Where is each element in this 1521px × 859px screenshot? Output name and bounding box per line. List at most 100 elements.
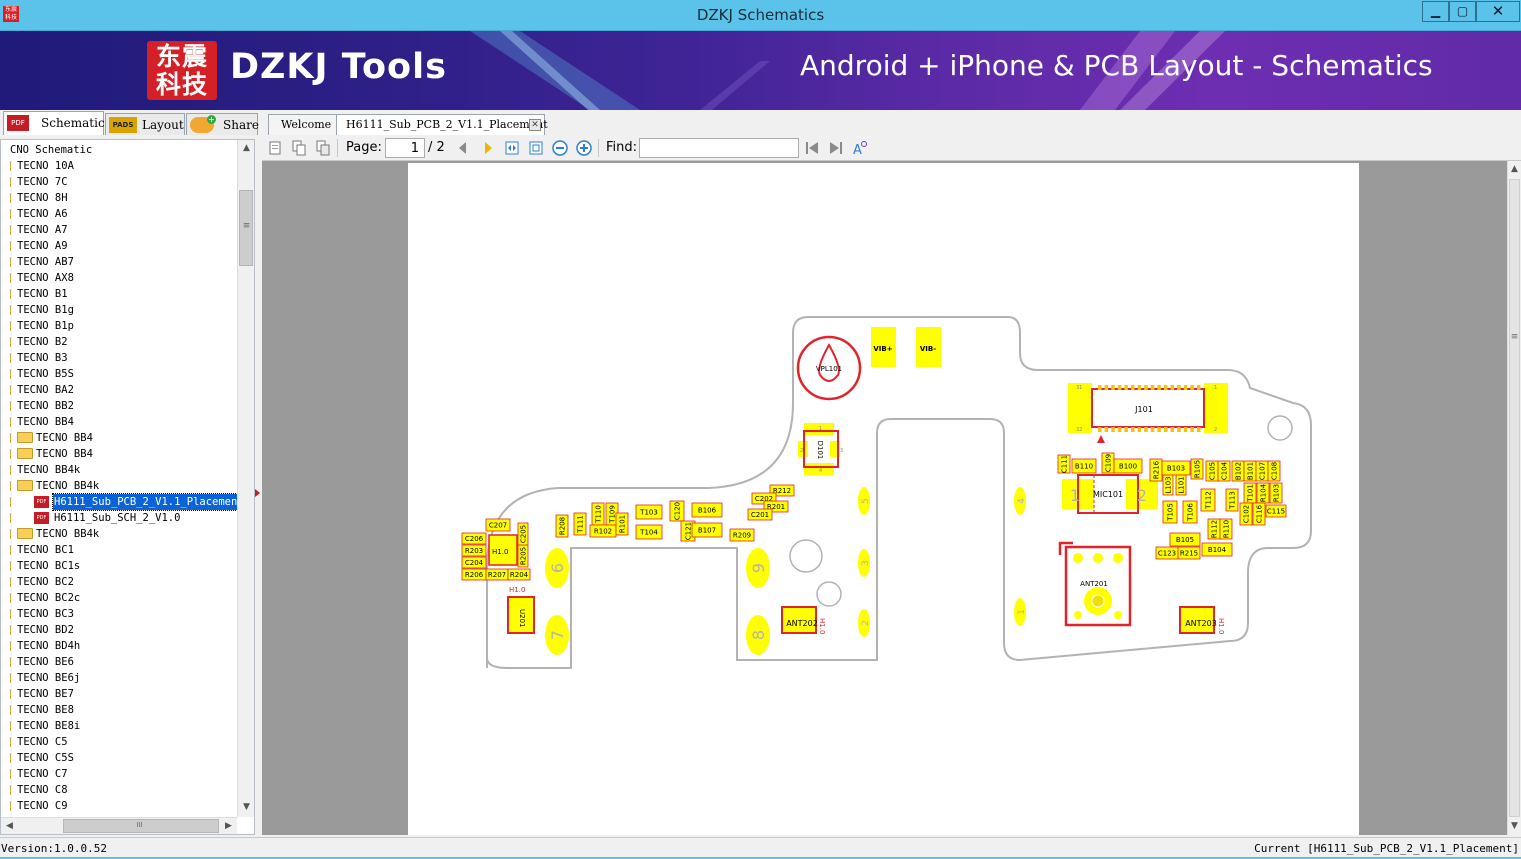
tree-vertical-scrollbar[interactable]: ▲ ≡ ▼ <box>237 140 254 817</box>
tree-item-document[interactable]: PDF H6111_Sub_PCB_2_V1.1_Placement <box>1 493 237 511</box>
tree-item[interactable]: TECNO B1g <box>1 302 237 318</box>
tree-item[interactable]: TECNO A6 <box>1 206 237 222</box>
connector-pin <box>1117 385 1122 390</box>
tree-item-label: TECNO BB4 <box>36 448 93 460</box>
tree-item[interactable]: TECNO BD4h <box>1 638 237 654</box>
tree-item[interactable]: TECNO C5 <box>1 734 237 750</box>
tree-horizontal-scrollbar[interactable]: ◀ III ▶ <box>1 817 237 834</box>
tree-item[interactable]: TECNO BE8i <box>1 718 237 734</box>
connector-pin <box>1124 385 1128 390</box>
oval-pad-number: 7 <box>548 630 567 640</box>
tree-item[interactable]: TECNO BC1 <box>1 542 237 558</box>
d101-pin-number: 2 <box>1137 486 1147 505</box>
tree-item[interactable]: TECNO 8H <box>1 190 237 206</box>
connector-pin <box>1137 385 1142 390</box>
connector-pin <box>1111 385 1115 390</box>
tree-item[interactable]: TECNO C9 <box>1 798 237 814</box>
tab-schematic[interactable]: PDF Schematic <box>3 111 105 135</box>
viewer-vertical-scrollbar[interactable]: ▲ ≡ ▼ <box>1507 161 1521 835</box>
tree-item[interactable]: TECNO BC3 <box>1 606 237 622</box>
page-number-input[interactable] <box>385 138 425 158</box>
find-input[interactable] <box>639 138 799 158</box>
pcb-component-label: C109 <box>1105 454 1113 472</box>
current-document-text: Current [H6111_Sub_PCB_2_V1.1_Placement] <box>1254 842 1519 855</box>
tree-item[interactable]: TECNO A9 <box>1 238 237 254</box>
tree-item[interactable]: TECNO BB4k <box>1 462 237 478</box>
collapse-arrow-icon[interactable] <box>255 489 260 497</box>
connector-pin <box>1150 385 1155 390</box>
find-next-icon[interactable] <box>828 140 844 156</box>
text-search-icon[interactable]: A <box>852 140 868 156</box>
tree-item-document[interactable]: PDF H6111_Sub_SCH_2_V1.0 <box>1 510 237 526</box>
scroll-left-icon[interactable]: ◀ <box>1 818 18 835</box>
tree-item[interactable]: TECNO B3 <box>1 350 237 366</box>
tree-item[interactable]: TECNO BD2 <box>1 622 237 638</box>
pcb-component-label: R206 <box>465 571 484 579</box>
tree-item[interactable]: TECNO BE6 <box>1 654 237 670</box>
tree-item[interactable]: CNO Schematic <box>1 142 237 158</box>
tree-item[interactable]: TECNO BE8 <box>1 702 237 718</box>
fit-page-icon[interactable] <box>528 140 544 156</box>
viewer-scroll-up-icon[interactable]: ▲ <box>1506 161 1521 178</box>
minimize-button[interactable]: ▁ <box>1422 1 1449 22</box>
tree-item-folder[interactable]: TECNO BB4 <box>1 430 237 446</box>
doc-tab-welcome[interactable]: Welcome <box>268 114 338 135</box>
prev-page-icon[interactable] <box>455 140 471 156</box>
tree-item[interactable]: TECNO BC2 <box>1 574 237 590</box>
open-file-icon[interactable] <box>267 140 283 156</box>
zoom-in-icon[interactable] <box>576 140 592 156</box>
tree-item[interactable]: TECNO BB4 <box>1 414 237 430</box>
paste-page-icon[interactable] <box>315 140 331 156</box>
tree-item[interactable]: TECNO BE7 <box>1 686 237 702</box>
tree-item-folder[interactable]: TECNO BB4k <box>1 478 237 494</box>
tree-item-folder[interactable]: TECNO BB4k <box>1 526 237 542</box>
tree-item-label: TECNO BC1s <box>17 560 81 572</box>
app-window: 东震科技 DZKJ Schematics ▁ ▢ ✕ 东震 科技 DZKJ To… <box>0 0 1521 859</box>
tree-item[interactable]: TECNO AB7 <box>1 254 237 270</box>
tree-item[interactable]: TECNO C7 <box>1 766 237 782</box>
tree-item[interactable]: TECNO B5S <box>1 366 237 382</box>
maximize-button[interactable]: ▢ <box>1449 1 1476 22</box>
tree-item[interactable]: TECNO B2 <box>1 334 237 350</box>
tree-item[interactable]: TECNO B1 <box>1 286 237 302</box>
title-bar[interactable]: 东震科技 DZKJ Schematics ▁ ▢ ✕ <box>0 0 1521 31</box>
panel-splitter[interactable] <box>255 139 262 835</box>
viewer-scroll-down-icon[interactable]: ▼ <box>1506 818 1521 835</box>
tree-item[interactable]: TECNO BB2 <box>1 398 237 414</box>
zoom-out-icon[interactable] <box>552 140 568 156</box>
pcb-component-label: R204 <box>510 571 529 579</box>
close-tab-icon[interactable]: ✕ <box>529 119 541 131</box>
pdf-page[interactable]: VIB+ VIB- VPL101 J101 31 32 1 2 D101 1 2… <box>408 163 1359 835</box>
tree-item-label: TECNO C5 <box>17 736 68 748</box>
tree-item[interactable]: TECNO A7 <box>1 222 237 238</box>
tab-layout[interactable]: PADS Layout <box>105 113 185 135</box>
tree-item-label: TECNO B5S <box>17 368 74 380</box>
tree-item[interactable]: TECNO 10A <box>1 158 237 174</box>
find-prev-icon[interactable] <box>804 140 820 156</box>
scroll-down-icon[interactable]: ▼ <box>238 799 255 816</box>
tree-item[interactable]: TECNO AX8 <box>1 270 237 286</box>
tree-item[interactable]: TECNO C5S <box>1 750 237 766</box>
viewer-scroll-thumb[interactable] <box>1509 179 1520 817</box>
scroll-up-icon[interactable]: ▲ <box>238 140 255 157</box>
doc-tab-placement[interactable]: H6111_Sub_PCB_2_V1.1_Placement ✕ <box>336 114 548 135</box>
scroll-right-icon[interactable]: ▶ <box>220 818 237 835</box>
document-viewer[interactable]: VIB+ VIB- VPL101 J101 31 32 1 2 D101 1 2… <box>262 161 1507 835</box>
fit-width-icon[interactable] <box>504 140 520 156</box>
pcb-component-label: C120 <box>674 502 682 520</box>
tree-item[interactable]: TECNO BA2 <box>1 382 237 398</box>
tree-item[interactable]: TECNO 7C <box>1 174 237 190</box>
tree-item[interactable]: TECNO C8 <box>1 782 237 798</box>
pcb-component-label: T113 <box>1229 491 1237 510</box>
close-button[interactable]: ✕ <box>1476 1 1520 22</box>
tree-item-folder[interactable]: TECNO BB4 <box>1 446 237 462</box>
oval-pad-number: 3 <box>861 560 871 566</box>
tree-item[interactable]: TECNO BE6j <box>1 670 237 686</box>
tab-share[interactable]: + Share <box>186 113 259 135</box>
copy-page-icon[interactable] <box>291 140 307 156</box>
next-page-icon[interactable] <box>480 140 496 156</box>
tree-item[interactable]: TECNO B1p <box>1 318 237 334</box>
tree-item[interactable]: TECNO BC2c <box>1 590 237 606</box>
d101-pin-number: 1 <box>1070 486 1080 505</box>
tree-item[interactable]: TECNO BC1s <box>1 558 237 574</box>
